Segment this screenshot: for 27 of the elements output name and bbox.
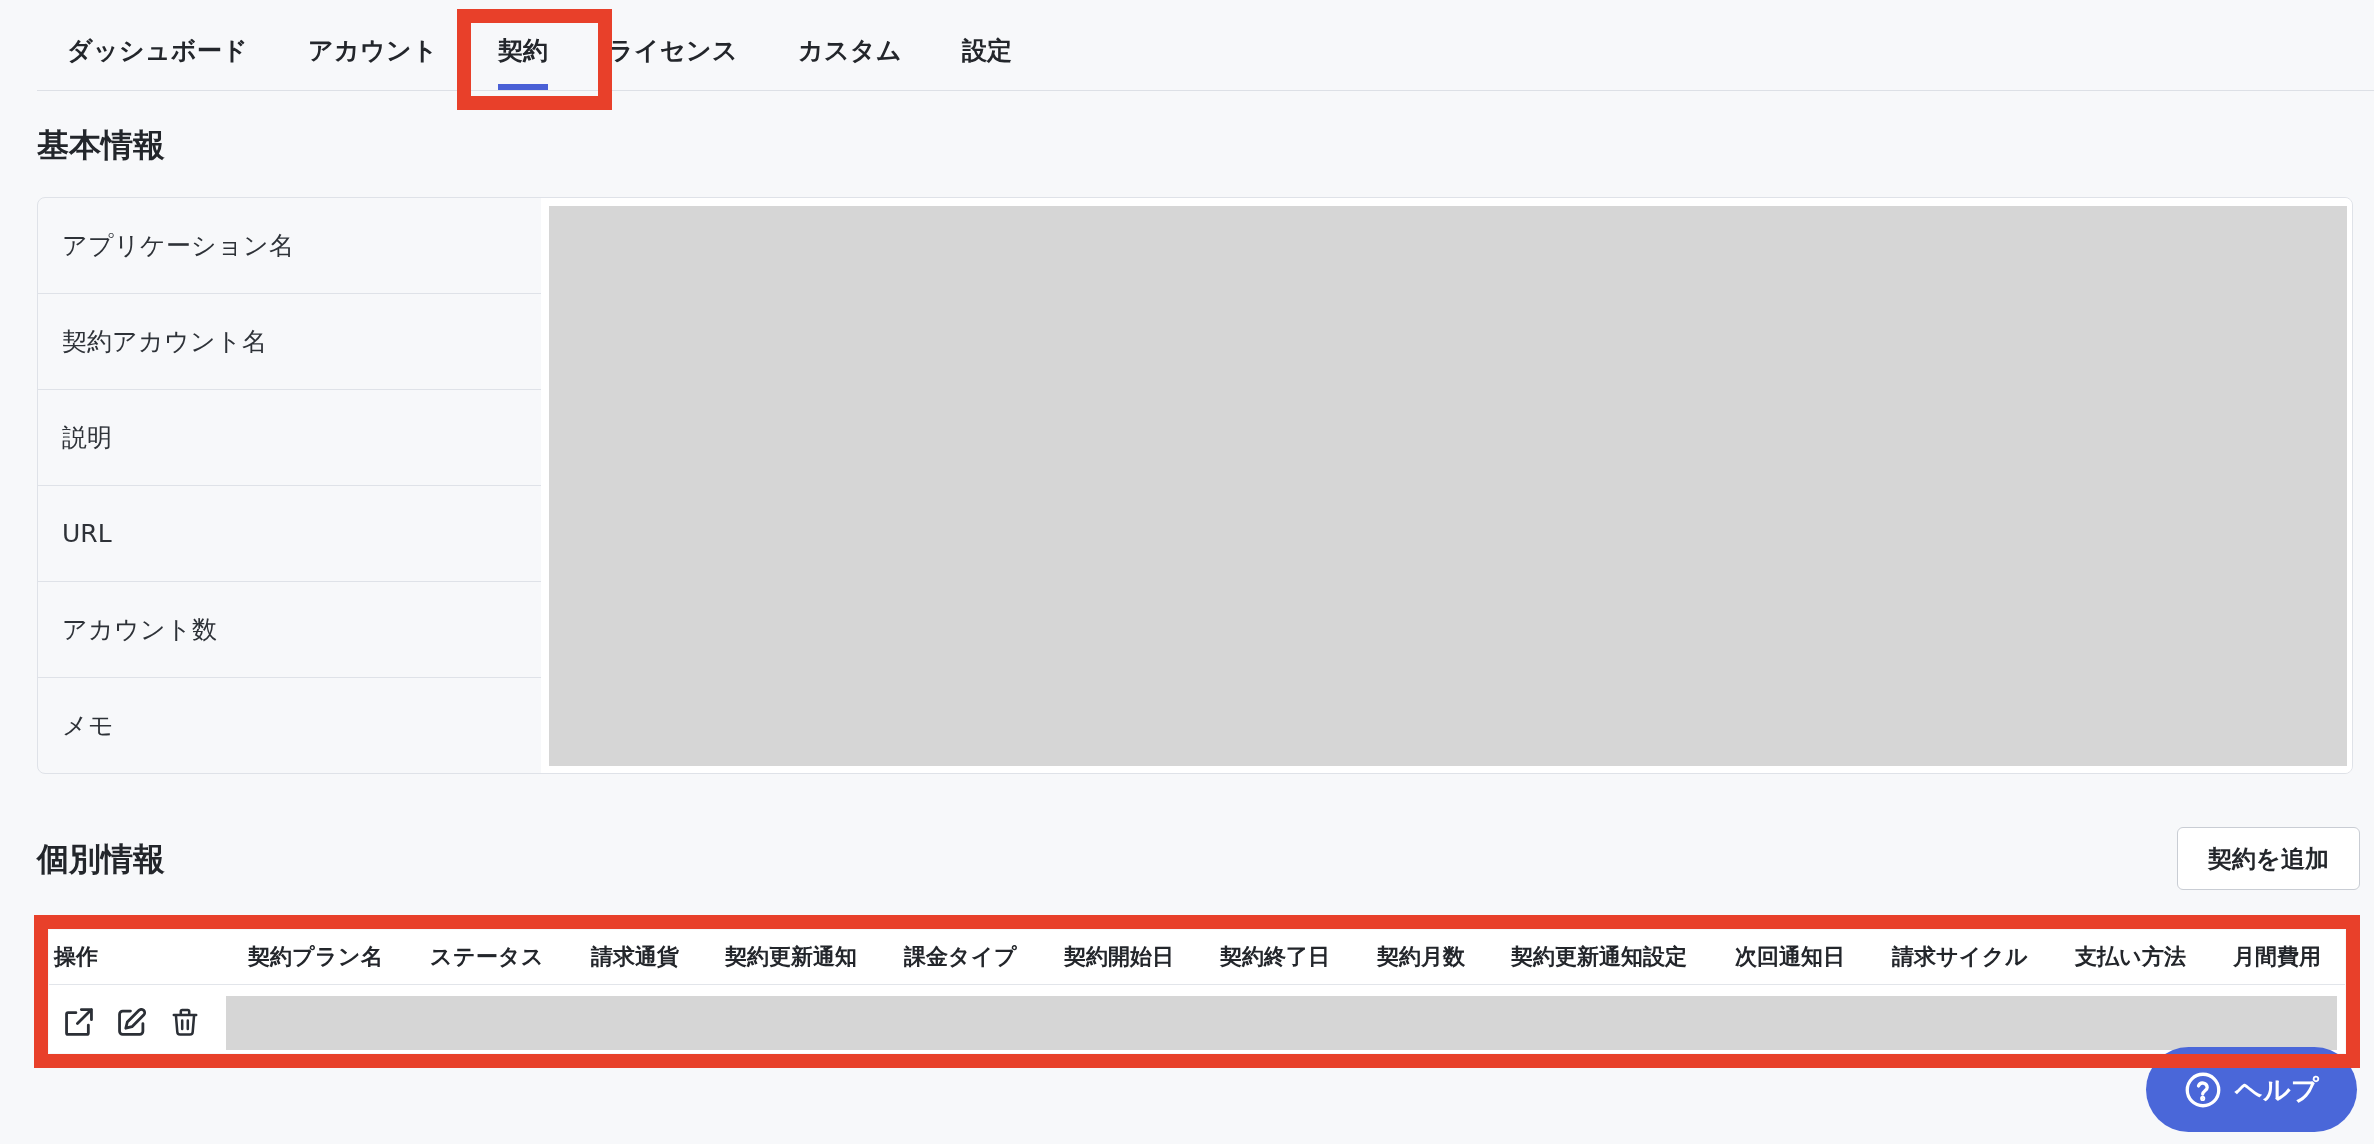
external-link-icon[interactable] (65, 1008, 93, 1036)
column-header: ステータス (408, 930, 569, 985)
column-header: 契約月数 (1355, 930, 1490, 985)
field-label: メモ (61, 710, 115, 742)
column-header: 契約終了日 (1198, 930, 1356, 985)
column-header: 課金タイプ (882, 930, 1042, 985)
column-header: 次回通知日 (1713, 930, 1870, 985)
column-header: 請求サイクル (1869, 930, 2053, 985)
column-header: 月間費用 (2210, 930, 2345, 985)
trash-icon[interactable] (171, 1008, 199, 1036)
tab[interactable]: ライセンス (578, 0, 768, 90)
question-circle-icon (2184, 1071, 2221, 1108)
column-header: 契約更新通知 (703, 930, 883, 985)
column-header: 契約開始日 (1041, 930, 1199, 985)
tab[interactable]: 設定 (932, 0, 1042, 90)
section-title: 基本情報 (37, 125, 166, 166)
column-header: 契約プラン名 (226, 930, 409, 985)
section-title: 個別情報 (37, 838, 165, 880)
tab[interactable]: カスタム (768, 0, 932, 90)
tab[interactable]: ダッシュボード (37, 0, 278, 90)
column-header: 請求通貨 (568, 930, 704, 985)
tab[interactable]: アカウント (278, 0, 468, 90)
add-contract-button[interactable]: 契約を追加 (2177, 827, 2360, 890)
column-header: 支払い方法 (2052, 930, 2211, 985)
tab[interactable]: 契約 (468, 0, 578, 90)
column-header: 操作 (49, 930, 226, 985)
column-header: 契約更新通知設定 (1489, 930, 1714, 985)
